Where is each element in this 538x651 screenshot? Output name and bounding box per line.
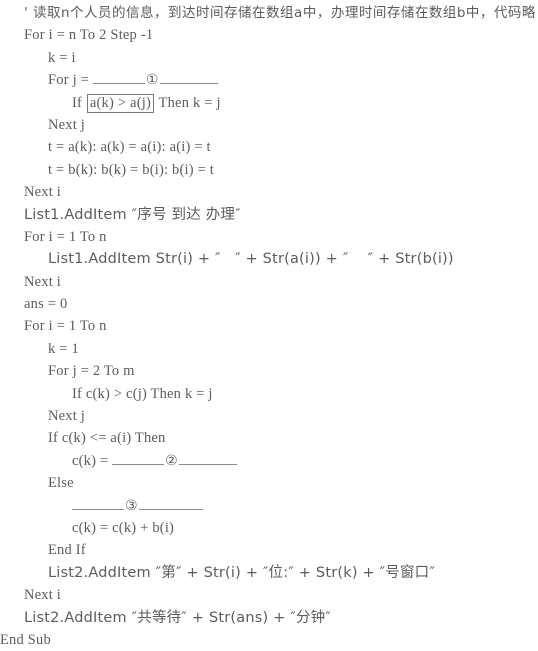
code-text: c(k) = c(k) + b(i)	[72, 519, 175, 536]
code-line: End Sub	[0, 629, 538, 651]
code-text: k = 1	[48, 340, 79, 357]
code-line: For i = 1 To n	[0, 226, 538, 248]
code-text: If c(k) <= a(i) Then	[48, 430, 166, 447]
code-line: List2.AddItem ″共等待″ + Str(ans) + ″分钟″	[0, 607, 538, 629]
code-text: For j =	[48, 72, 93, 89]
code-line: Next i	[0, 181, 538, 203]
code-line: ans = 0	[0, 293, 538, 315]
code-text: For j = 2 To m	[48, 363, 135, 380]
code-line: If c(k) <= a(i) Then	[0, 427, 538, 449]
code-line: Next j	[0, 405, 538, 427]
code-line: Next i	[0, 271, 538, 293]
code-line: For j = 2 To m	[0, 360, 538, 382]
code-line: If a(k) > a(j) Then k = j	[0, 92, 538, 114]
boxed-expression: a(k) > a(j)	[86, 93, 154, 113]
code-text: For i = 1 To n	[24, 318, 107, 335]
code-line: k = 1	[0, 338, 538, 360]
code-text: If c(k) > c(j) Then k = j	[72, 385, 213, 402]
blank-rule-right	[138, 498, 203, 510]
code-line: End If	[0, 539, 538, 561]
blank-rule-right	[178, 453, 237, 465]
blank-rule-right	[159, 73, 218, 85]
blank-rule-left	[72, 498, 124, 510]
code-line: For i = n To 2 Step -1	[0, 24, 538, 46]
code-line: ' 读取n个人员的信息，到达时间存储在数组a中，办理时间存储在数组b中，代码略	[0, 2, 538, 24]
code-line: c(k) = c(k) + b(i)	[0, 517, 538, 539]
code-text: Next i	[24, 273, 62, 290]
code-line: For j = ①	[0, 69, 538, 91]
code-text: For i = n To 2 Step -1	[24, 27, 154, 44]
code-text: List2.AddItem ″共等待″ + Str(ans) + ″分钟″	[24, 609, 331, 626]
code-text: Then k = j	[154, 94, 221, 111]
code-text: List1.AddItem ″序号 到达 办理″	[24, 206, 241, 223]
code-text: Else	[48, 475, 74, 492]
code-text: Next i	[24, 587, 62, 604]
code-text: If	[72, 94, 86, 111]
code-text: c(k) =	[72, 452, 113, 469]
code-text: Next i	[24, 184, 62, 201]
code-line: List1.AddItem ″序号 到达 办理″	[0, 204, 538, 226]
blank-marker: ②	[165, 452, 178, 469]
code-line: For i = 1 To n	[0, 315, 538, 337]
code-text: t = b(k): b(k) = b(i): b(i) = t	[48, 161, 215, 178]
code-line: t = b(k): b(k) = b(i): b(i) = t	[0, 159, 538, 181]
code-line: Next i	[0, 584, 538, 606]
code-text: For i = 1 To n	[24, 228, 107, 245]
blank-marker: ③	[125, 497, 138, 514]
code-text: End Sub	[0, 631, 51, 648]
code-text: k = i	[48, 49, 76, 66]
code-line: k = i	[0, 47, 538, 69]
code-line: List2.AddItem ″第″ + Str(i) + ″位:″ + Str(…	[0, 562, 538, 584]
fill-in-blank[interactable]: ①	[92, 69, 218, 91]
fill-in-blank[interactable]: ②	[112, 450, 237, 472]
blank-rule-left	[92, 73, 145, 85]
blank-marker: ①	[145, 72, 159, 89]
code-text: List1.AddItem Str(i) + ″ ″ + Str(a(i)) +…	[48, 251, 454, 268]
code-line: Next j	[0, 114, 538, 136]
code-line: t = a(k): a(k) = a(i): a(i) = t	[0, 136, 538, 158]
blank-rule-left	[112, 453, 165, 465]
code-line: c(k) = ②	[0, 450, 538, 472]
code-text: List2.AddItem ″第″ + Str(i) + ″位:″ + Str(…	[48, 564, 435, 581]
code-text: t = a(k): a(k) = a(i): a(i) = t	[48, 139, 211, 156]
code-line: Else	[0, 472, 538, 494]
code-text: Next j	[48, 116, 86, 133]
code-text: Next j	[48, 408, 86, 425]
fill-in-blank[interactable]: ③	[72, 495, 203, 517]
code-text: ans = 0	[24, 296, 68, 313]
code-line: List1.AddItem Str(i) + ″ ″ + Str(a(i)) +…	[0, 248, 538, 270]
code-line: ③	[0, 495, 538, 517]
code-line: If c(k) > c(j) Then k = j	[0, 383, 538, 405]
code-text: End If	[48, 542, 86, 559]
code-comment: ' 读取n个人员的信息，到达时间存储在数组a中，办理时间存储在数组b中，代码略	[24, 5, 536, 21]
code-listing: ' 读取n个人员的信息，到达时间存储在数组a中，办理时间存储在数组b中，代码略 F…	[0, 0, 538, 651]
